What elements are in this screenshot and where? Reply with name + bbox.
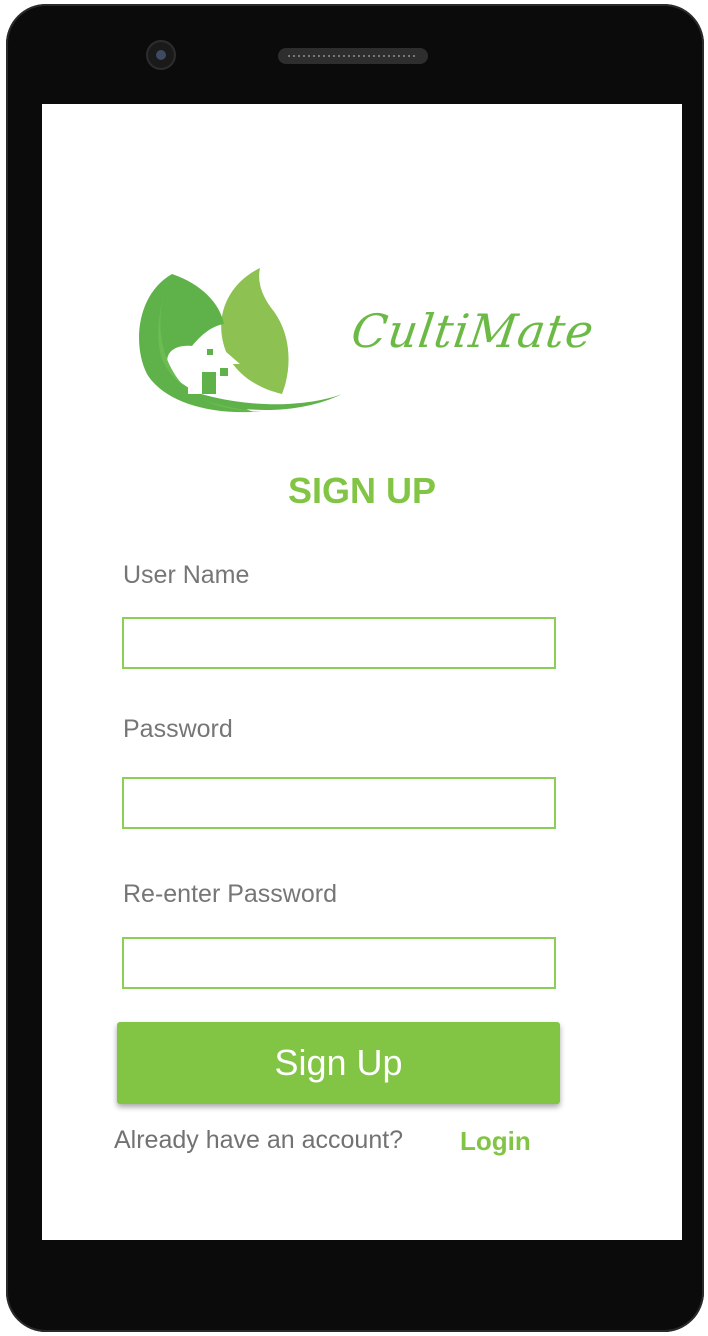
password-input[interactable] <box>122 777 556 829</box>
already-have-account-text: Already have an account? <box>114 1126 404 1154</box>
sign-up-button[interactable]: Sign Up <box>117 1022 560 1104</box>
reenter-password-input[interactable] <box>122 937 556 989</box>
page-title: SIGN UP <box>287 470 437 511</box>
username-input[interactable] <box>122 617 556 669</box>
camera-icon <box>148 42 174 68</box>
speaker-grille <box>278 48 428 64</box>
password-label: Password <box>123 715 233 743</box>
login-link[interactable]: Login <box>460 1126 531 1157</box>
phone-frame: CultiMate SIGN UP User Name Password Re-… <box>6 4 704 1332</box>
app-screen: CultiMate SIGN UP User Name Password Re-… <box>42 104 682 1240</box>
username-label: User Name <box>123 561 250 589</box>
reenter-password-label: Re-enter Password <box>123 880 337 908</box>
brand-name: CultiMate <box>348 304 598 358</box>
